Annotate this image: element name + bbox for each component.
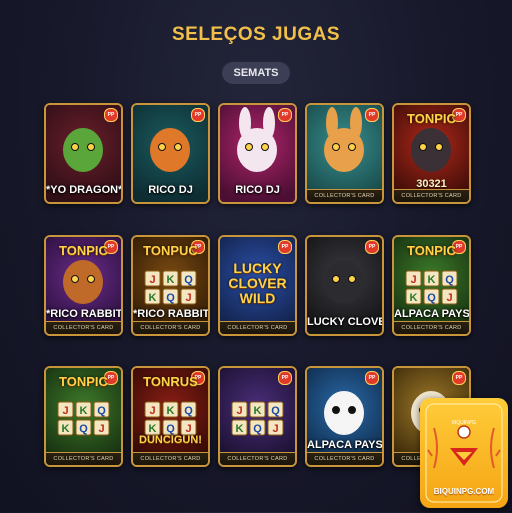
game-card[interactable]: PP *YO DRAGON* [44, 103, 123, 204]
svg-text:K: K [428, 274, 436, 286]
svg-text:K: K [254, 405, 262, 417]
card-title: *YO DRAGON* [46, 184, 123, 196]
card-banner: TONPIC [59, 374, 108, 389]
card-corner-badge-icon: PP [278, 108, 292, 122]
svg-text:Q: Q [445, 274, 454, 286]
svg-text:J: J [272, 423, 278, 435]
svg-text:K: K [80, 405, 88, 417]
game-card[interactable]: J K Q K Q J PP TONPUC *RICO RABBIT COLLECTOR'S CA… [131, 235, 210, 336]
game-card[interactable]: J K Q K Q J PP TONPIC ALPACA PAYS COLLECTOR'S CAR… [392, 235, 471, 336]
game-card[interactable]: PP LUCKY CLOVER [305, 235, 384, 336]
card-big-title: LUCKY CLOVER WILD [228, 260, 287, 306]
svg-text:J: J [62, 405, 68, 417]
svg-text:Q: Q [271, 405, 280, 417]
game-card[interactable]: PP TONPIC *RICO RABBIT COLLECTOR'S CARD [44, 235, 123, 336]
card-banner: TONRUS [143, 374, 198, 389]
card-title: ALPACA PAYS [394, 308, 470, 320]
card-title: *RICO RABBIT [133, 308, 210, 320]
card-corner-badge-icon: PP [278, 240, 292, 254]
game-card[interactable]: J K Q K Q J PP COLLECTOR'S CARD [218, 366, 297, 467]
card-footer: COLLECTOR'S CARD [307, 189, 382, 202]
card-footer: COLLECTOR'S CARD [133, 452, 208, 465]
card-corner-badge-icon: PP [365, 371, 379, 385]
svg-text:J: J [98, 423, 104, 435]
svg-text:Q: Q [253, 423, 262, 435]
card-footer: COLLECTOR'S CARD [394, 189, 469, 202]
promo-site-label: BIQUINPG.COM [433, 487, 495, 496]
game-card[interactable]: PP LUCKY CLOVER WILD COLLECTOR'S CARD [218, 235, 297, 336]
svg-text:K: K [410, 292, 418, 304]
svg-text:K: K [149, 292, 157, 304]
game-card[interactable]: PP RICO DJ [218, 103, 297, 204]
card-title: RICO DJ [235, 184, 280, 196]
svg-text:Q: Q [166, 292, 175, 304]
game-card[interactable]: J K Q K Q J PP TONPIC COLLECTOR'S CARD [44, 366, 123, 467]
card-corner-badge-icon: PP [278, 371, 292, 385]
card-corner-badge-icon: PP [365, 108, 379, 122]
svg-text:K: K [236, 423, 244, 435]
card-footer: COLLECTOR'S CARD [46, 452, 121, 465]
game-card[interactable]: J K Q K Q J PP TONRUS DUNCIGUN! COLLECTOR'S CARD [131, 366, 210, 467]
card-corner-badge-icon: PP [452, 371, 466, 385]
card-footer: COLLECTOR'S CARD [220, 452, 295, 465]
card-title: LUCKY CLOVER [307, 316, 382, 328]
card-corner-badge-icon: PP [191, 108, 205, 122]
card-banner: TONPIC [407, 111, 456, 126]
svg-text:Q: Q [184, 274, 193, 286]
svg-text:K: K [62, 423, 70, 435]
card-footer: COLLECTOR'S CARD [46, 321, 121, 334]
svg-text:Q: Q [184, 405, 193, 417]
game-card[interactable]: PP RICO DJ [131, 103, 210, 204]
card-footer: COLLECTOR'S CARD [307, 452, 382, 465]
svg-text:J: J [149, 274, 155, 286]
filter-pill-button[interactable]: SEMATS [222, 62, 290, 84]
card-big-title: DUNCIGUN! [139, 434, 202, 446]
card-banner: TONPIC [407, 243, 456, 258]
card-title: ALPACA PAYS [307, 439, 383, 451]
promo-small-text: MQUINPG [452, 420, 476, 426]
card-title: RICO DJ [148, 184, 193, 196]
card-corner-badge-icon: PP [365, 240, 379, 254]
promo-badge[interactable]: MQUINPG BIQUINPG.COM [420, 398, 508, 508]
svg-text:J: J [185, 292, 191, 304]
svg-text:K: K [167, 405, 175, 417]
svg-text:J: J [236, 405, 242, 417]
svg-text:Q: Q [79, 423, 88, 435]
svg-text:Q: Q [427, 292, 436, 304]
svg-text:J: J [149, 405, 155, 417]
game-card[interactable]: PP ALPACA PAYS COLLECTOR'S CARD [305, 366, 384, 467]
svg-text:K: K [167, 274, 175, 286]
card-footer: COLLECTOR'S CARD [133, 321, 208, 334]
card-title: *RICO RABBIT [46, 308, 123, 320]
svg-text:Q: Q [97, 405, 106, 417]
card-corner-badge-icon: PP [104, 108, 118, 122]
card-banner: TONPIC [59, 243, 108, 258]
game-card[interactable]: PP COLLECTOR'S CARD [305, 103, 384, 204]
card-banner: TONPUC [143, 243, 198, 258]
game-card[interactable]: PP TONPIC 30321 COLLECTOR'S CARD [392, 103, 471, 204]
svg-text:J: J [446, 292, 452, 304]
card-footer: COLLECTOR'S CARD [220, 321, 295, 334]
card-footer: COLLECTOR'S CARD [394, 321, 469, 334]
svg-text:J: J [410, 274, 416, 286]
page-title: SELEÇOS JUGAS [171, 24, 341, 45]
